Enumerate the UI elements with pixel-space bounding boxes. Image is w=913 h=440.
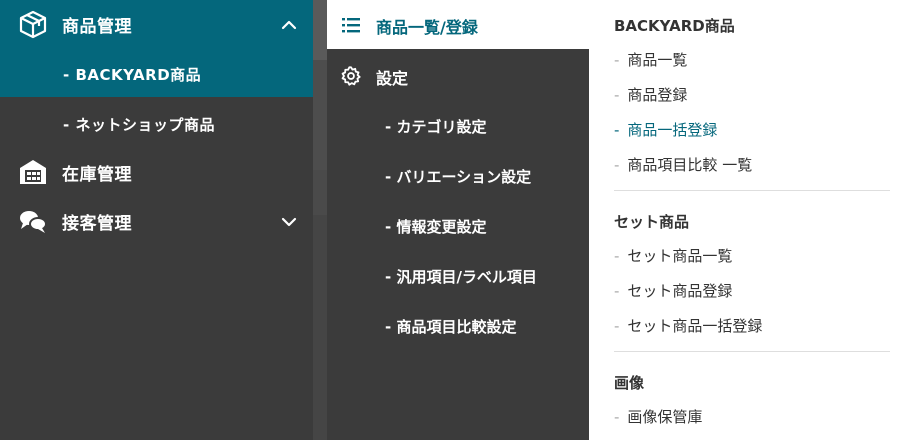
settings-item-compare[interactable]: - 商品項目比較設定 — [327, 306, 589, 346]
nav-item-label: 接客管理 — [62, 213, 132, 234]
background-block — [313, 215, 327, 440]
section-title-set-products: セット商品 — [614, 213, 690, 231]
settings-general-label[interactable]: - 汎用項目/ラベル項目 — [327, 256, 589, 296]
section-title-images: 画像 — [614, 374, 645, 392]
settings-item-label: - 情報変更設定 — [385, 218, 487, 236]
settings-item-label: - 商品項目比較設定 — [385, 318, 517, 336]
dash-marker: - — [614, 86, 620, 104]
list-icon — [340, 14, 362, 36]
chevron-down-icon[interactable] — [278, 211, 300, 233]
link-product-compare-list[interactable]: - 商品項目比較 一覧 — [614, 154, 752, 175]
chat-bubbles-icon — [18, 206, 48, 236]
dash-marker: - — [614, 156, 620, 174]
divider — [614, 190, 890, 191]
subnav-item-label: 商品一覧/登録 — [376, 18, 478, 37]
link-label: 画像保管庫 — [627, 408, 703, 426]
nav-item-label: 商品管理 — [62, 16, 132, 37]
dash-marker: - — [614, 51, 620, 69]
link-product-bulk-register[interactable]: - 商品一括登録 — [614, 119, 717, 140]
link-label: 商品登録 — [627, 86, 688, 104]
nav-item-products[interactable]: 商品管理 — [0, 0, 313, 48]
box-icon — [18, 9, 48, 39]
nav-item-customer[interactable]: 接客管理 — [0, 197, 313, 245]
link-product-list[interactable]: - 商品一覧 — [614, 49, 687, 70]
section-title-backyard: BACKYARD商品 — [614, 17, 735, 35]
dash-marker: - — [614, 121, 620, 139]
settings-category[interactable]: - カテゴリ設定 — [327, 106, 589, 146]
settings-variation[interactable]: - バリエーション設定 — [327, 156, 589, 196]
background-block — [313, 0, 327, 60]
nav-item-inventory[interactable]: 在庫管理 — [0, 148, 313, 196]
nav-subitem-label: - ネットショップ商品 — [63, 116, 215, 134]
link-label: セット商品一覧 — [627, 247, 733, 265]
detail-panel: BACKYARD商品 - 商品一覧 - 商品登録 - 商品一括登録 - 商品項目比較 一… — [589, 0, 913, 440]
link-image-storage[interactable]: - 画像保管庫 — [614, 406, 702, 427]
gear-icon — [340, 65, 362, 87]
subnav-item-settings[interactable]: 設定 — [327, 53, 589, 97]
sub-nav: 商品一覧/登録 設定 - カテゴリ設定 - バリエーション設定 - 情報変更設定… — [327, 0, 589, 440]
link-label: 商品一括登録 — [627, 121, 718, 139]
settings-item-label: - カテゴリ設定 — [385, 118, 487, 136]
link-set-product-register[interactable]: - セット商品登録 — [614, 280, 732, 301]
settings-item-label: - バリエーション設定 — [385, 168, 532, 186]
nav-item-label: 在庫管理 — [62, 164, 132, 185]
chevron-up-icon[interactable] — [278, 14, 300, 36]
dash-marker: - — [614, 282, 620, 300]
nav-subitem-label: - BACKYARD商品 — [63, 66, 202, 84]
dash-marker: - — [614, 317, 620, 335]
link-set-product-list[interactable]: - セット商品一覧 — [614, 245, 732, 266]
link-label: 商品項目比較 一覧 — [627, 156, 753, 174]
divider — [614, 351, 890, 352]
subnav-item-list-register[interactable]: 商品一覧/登録 — [327, 2, 589, 46]
background-block — [313, 60, 327, 170]
link-label: 商品一覧 — [627, 51, 688, 69]
background-page-strip — [313, 0, 327, 440]
subnav-item-label: 設定 — [376, 69, 409, 88]
link-label: セット商品一括登録 — [627, 317, 763, 335]
settings-info-change[interactable]: - 情報変更設定 — [327, 206, 589, 246]
link-product-register[interactable]: - 商品登録 — [614, 84, 687, 105]
nav-subitem-netshop-products[interactable]: - ネットショップ商品 — [0, 102, 313, 146]
warehouse-icon — [18, 157, 48, 187]
dash-marker: - — [614, 247, 620, 265]
link-label: セット商品登録 — [627, 282, 733, 300]
main-nav: 商品管理 - BACKYARD商品 - ネットショップ商品 在庫管理 接客管理 — [0, 0, 313, 440]
dash-marker: - — [614, 408, 620, 426]
settings-item-label: - 汎用項目/ラベル項目 — [385, 268, 537, 286]
link-set-product-bulk-register[interactable]: - セット商品一括登録 — [614, 315, 762, 336]
nav-subitem-backyard-products[interactable]: - BACKYARD商品 — [0, 52, 313, 96]
